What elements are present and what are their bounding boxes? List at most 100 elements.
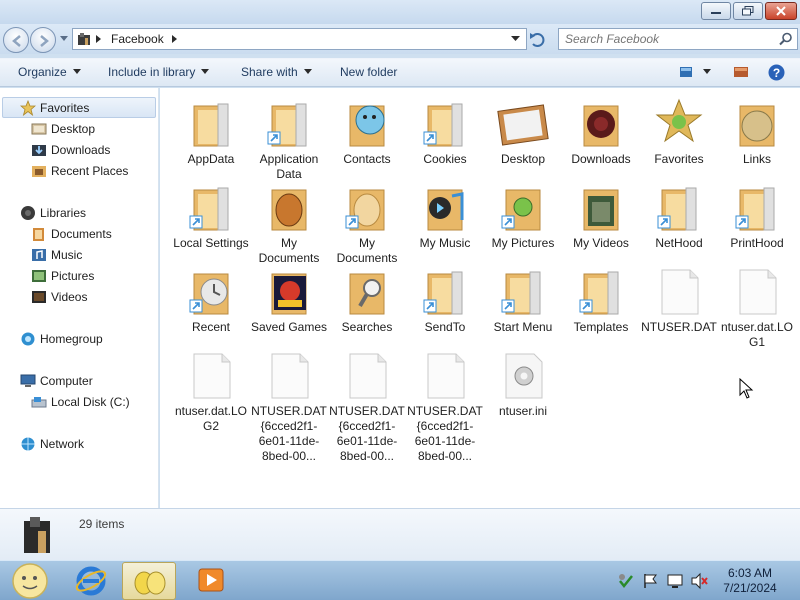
file-item-ntuser-ini[interactable]: ntuser.ini <box>484 348 562 419</box>
file-icon <box>730 264 784 318</box>
nav-music-label: Music <box>51 248 83 262</box>
file-item-my-videos[interactable]: My Videos <box>562 180 640 251</box>
file-item-application-data[interactable]: Application Data <box>250 96 328 182</box>
file-item-label: ntuser.dat.LOG2 <box>174 404 248 433</box>
share-with-button[interactable]: Share with <box>241 65 312 79</box>
file-item-saved-games[interactable]: Saved Games <box>250 264 328 335</box>
nav-libraries-label: Libraries <box>40 206 87 220</box>
close-button[interactable] <box>765 2 797 20</box>
file-item-templates[interactable]: Templates <box>562 264 640 335</box>
address-dropdown-icon[interactable] <box>511 36 520 42</box>
file-item-my-documents-2[interactable]: My Documents <box>328 180 406 266</box>
breadcrumb-arrow-icon[interactable] <box>171 34 179 44</box>
include-in-library-button[interactable]: Include in library <box>108 65 210 79</box>
videos-folder-icon <box>574 180 628 234</box>
flag-icon[interactable] <box>642 572 660 590</box>
file-icon <box>340 348 394 402</box>
recent-pages-dropdown-icon[interactable] <box>60 36 68 42</box>
file-item-label: Local Settings <box>173 236 249 250</box>
forward-button[interactable] <box>30 27 56 53</box>
back-button[interactable] <box>3 27 29 53</box>
preview-pane-icon[interactable] <box>733 65 749 79</box>
search-icon[interactable] <box>779 32 793 46</box>
breadcrumb-facebook[interactable]: Facebook <box>111 32 164 46</box>
search-input[interactable] <box>559 29 769 49</box>
network-status-icon[interactable] <box>666 572 684 590</box>
file-item-ntuser-log2[interactable]: ntuser.dat.LOG2 <box>172 348 250 434</box>
file-item-ntuser-guid-3[interactable]: NTUSER.DAT{6cced2f1-6e01-11de-8bed-00... <box>406 348 484 464</box>
explorer-folder-icon <box>134 571 166 595</box>
chevron-down-icon <box>72 69 81 74</box>
file-item-local-settings[interactable]: Local Settings <box>172 180 250 251</box>
file-item-my-documents-1[interactable]: My Documents <box>250 180 328 266</box>
file-item-cookies[interactable]: Cookies <box>406 96 484 167</box>
file-item-desktop[interactable]: Desktop <box>484 96 562 167</box>
file-item-downloads[interactable]: Downloads <box>562 96 640 167</box>
file-item-ntuser-guid-2[interactable]: NTUSER.DAT{6cced2f1-6e01-11de-8bed-00... <box>328 348 406 464</box>
nav-recent-places-label: Recent Places <box>51 164 129 178</box>
action-center-icon[interactable] <box>617 572 635 590</box>
saved-games-folder-icon <box>262 264 316 318</box>
file-item-label: ntuser.dat.LOG1 <box>720 320 794 349</box>
file-item-start-menu[interactable]: Start Menu <box>484 264 562 335</box>
favorites-folder-icon <box>652 96 706 150</box>
close-icon <box>776 6 786 16</box>
homegroup-icon <box>21 332 35 346</box>
help-icon[interactable]: ? <box>768 64 785 81</box>
file-item-appdata[interactable]: AppData <box>172 96 250 167</box>
file-item-nethood[interactable]: NetHood <box>640 180 718 251</box>
pictures-icon <box>32 270 46 282</box>
file-icon <box>418 348 472 402</box>
search-box[interactable] <box>558 28 798 50</box>
pictures-folder-icon <box>496 180 550 234</box>
file-item-label: My Videos <box>573 236 629 250</box>
file-icon <box>262 348 316 402</box>
file-item-label: SendTo <box>424 320 466 334</box>
start-button[interactable] <box>4 562 58 600</box>
restore-button[interactable] <box>733 2 763 20</box>
file-item-ntuser-log1[interactable]: ntuser.dat.LOG1 <box>718 264 796 350</box>
clock-time: 6:03 AM <box>727 566 773 580</box>
svg-text:?: ? <box>773 66 780 80</box>
file-item-label: Saved Games <box>250 320 328 334</box>
folder-shortcut-icon <box>262 96 316 150</box>
file-item-links[interactable]: Links <box>718 96 796 167</box>
taskbar-internet-explorer[interactable] <box>64 562 118 600</box>
file-item-printhood[interactable]: PrintHood <box>718 180 796 251</box>
media-player-icon <box>198 568 224 592</box>
new-folder-button[interactable]: New folder <box>340 65 397 79</box>
refresh-icon[interactable] <box>528 30 550 50</box>
organize-button[interactable]: Organize <box>18 65 81 79</box>
breadcrumb-arrow-icon[interactable] <box>95 34 103 44</box>
file-item-label: My Pictures <box>491 236 555 250</box>
taskbar-media-player[interactable] <box>182 562 236 600</box>
navigation-pane: Favorites Desktop Downloads Recent Place… <box>0 88 159 508</box>
address-bar[interactable]: Facebook <box>72 28 527 50</box>
file-item-sendto[interactable]: SendTo <box>406 264 484 335</box>
system-clock[interactable]: 6:03 AM 7/21/2024 <box>710 566 790 596</box>
file-item-label: Searches <box>341 320 393 334</box>
file-item-label: Favorites <box>654 152 704 166</box>
file-item-ntuser-dat[interactable]: NTUSER.DAT <box>640 264 718 335</box>
file-item-my-music[interactable]: My Music <box>406 180 484 251</box>
new-folder-label: New folder <box>340 65 398 79</box>
file-item-recent[interactable]: Recent <box>172 264 250 335</box>
file-item-label: My Documents <box>258 236 320 265</box>
file-item-my-pictures[interactable]: My Pictures <box>484 180 562 251</box>
minimize-button[interactable] <box>701 2 731 20</box>
volume-muted-icon[interactable] <box>690 572 708 590</box>
view-options-dropdown-icon[interactable] <box>703 69 711 75</box>
music-folder-icon <box>418 180 472 234</box>
desktop-icon <box>31 123 47 135</box>
file-item-ntuser-guid-1[interactable]: NTUSER.DAT{6cced2f1-6e01-11de-8bed-00... <box>250 348 328 464</box>
file-item-searches[interactable]: Searches <box>328 264 406 335</box>
change-view-icon[interactable] <box>679 65 693 79</box>
libraries-icon <box>21 206 35 220</box>
file-item-label: NTUSER.DAT <box>641 320 717 334</box>
taskbar-windows-explorer[interactable] <box>122 562 176 600</box>
file-item-favorites[interactable]: Favorites <box>640 96 718 167</box>
file-item-contacts[interactable]: Contacts <box>328 96 406 167</box>
settings-file-icon <box>496 348 550 402</box>
forward-arrow-icon <box>40 35 49 47</box>
restore-icon <box>742 6 754 16</box>
